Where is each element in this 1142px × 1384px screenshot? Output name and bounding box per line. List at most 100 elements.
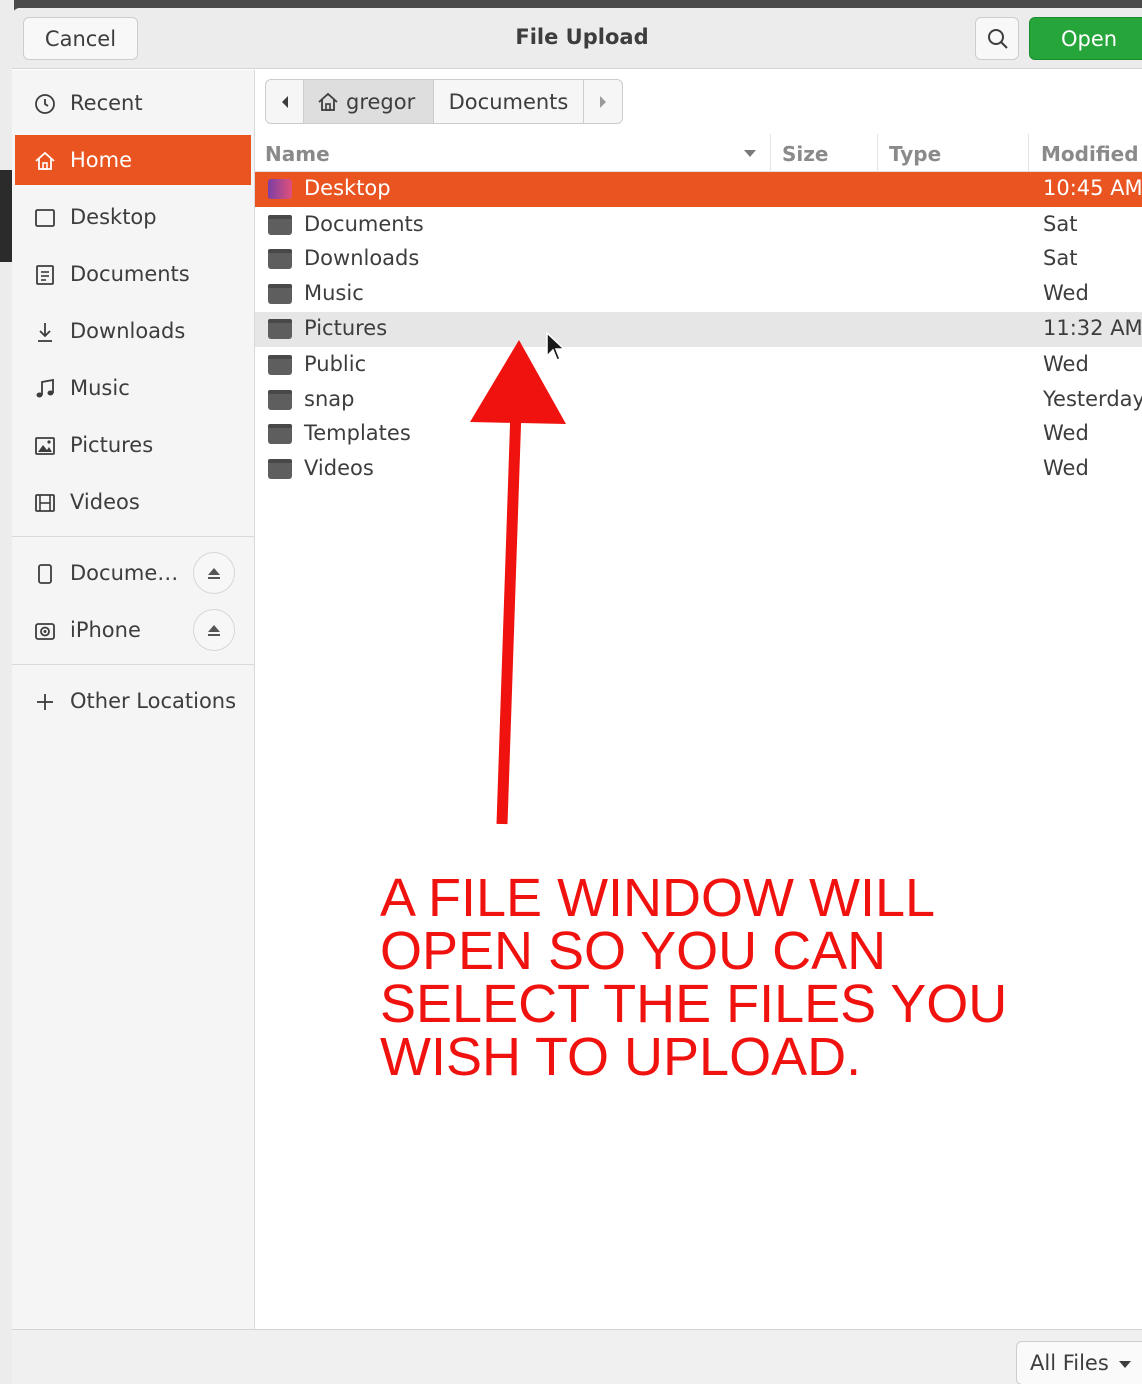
- folder-icon: [268, 319, 292, 339]
- download-icon: [38, 323, 52, 342]
- folder-icon: [268, 390, 292, 410]
- file-modified: Wed: [1043, 456, 1089, 480]
- file-modified: Wed: [1043, 352, 1089, 376]
- sidebar-item-pictures[interactable]: Pictures: [15, 420, 251, 470]
- file-modified: Yesterday: [1043, 387, 1142, 411]
- path-segment-label: gregor: [346, 89, 416, 114]
- file-filter-dropdown[interactable]: All Files: [1016, 1341, 1142, 1384]
- file-modified: Wed: [1043, 281, 1089, 305]
- sidebar-item-label: Recent: [70, 91, 143, 115]
- column-divider: [877, 134, 878, 172]
- sidebar-item-home[interactable]: Home: [15, 135, 251, 185]
- folder-icon: [268, 459, 292, 479]
- sidebar-item-label: Desktop: [70, 205, 157, 229]
- folder-icon: [268, 249, 292, 269]
- column-divider: [770, 134, 771, 172]
- path-segment-label: Documents: [448, 89, 569, 114]
- file-row[interactable]: Downloads Sat: [255, 242, 1142, 277]
- folder-icon: [268, 424, 292, 444]
- dialog-title: File Upload: [515, 25, 649, 49]
- sidebar-item-recent[interactable]: Recent: [15, 78, 251, 128]
- file-name: Templates: [304, 421, 411, 445]
- path-forward-button[interactable]: [584, 80, 622, 123]
- sidebar-item-videos[interactable]: Videos: [15, 477, 251, 527]
- file-row[interactable]: Pictures 11:32 AM: [255, 312, 1142, 347]
- column-header-modified[interactable]: Modified: [1041, 142, 1139, 166]
- file-row[interactable]: Music Wed: [255, 277, 1142, 312]
- file-row[interactable]: snap Yesterday: [255, 383, 1142, 418]
- folder-icon: [268, 284, 292, 304]
- sidebar-item-label: Documents: [70, 262, 190, 286]
- path-bar: gregor Documents: [265, 79, 623, 124]
- sidebar-item-documents[interactable]: Documents: [15, 249, 251, 299]
- document-icon: [36, 265, 54, 285]
- sidebar-item-desktop[interactable]: Desktop: [15, 192, 251, 242]
- file-modified: 11:32 AM: [1043, 316, 1142, 340]
- chevron-left-icon: [281, 95, 288, 108]
- file-row[interactable]: Templates Wed: [255, 417, 1142, 452]
- file-name: Pictures: [304, 316, 388, 340]
- sidebar-device-iphone[interactable]: iPhone: [15, 605, 251, 655]
- mouse-pointer-icon: [546, 332, 565, 361]
- desktop-icon: [35, 209, 55, 227]
- sidebar-item-label: Docume…: [70, 561, 179, 585]
- path-back-button[interactable]: [266, 80, 304, 123]
- file-name: Desktop: [304, 176, 391, 200]
- eject-icon: [208, 568, 220, 579]
- header-bar: Cancel File Upload Open: [12, 8, 1142, 69]
- eject-button[interactable]: [193, 552, 235, 594]
- file-modified: Sat: [1043, 212, 1078, 236]
- sidebar-item-downloads[interactable]: Downloads: [15, 306, 251, 356]
- file-name: Downloads: [304, 246, 420, 270]
- sidebar-device-documents[interactable]: Docume…: [15, 548, 251, 598]
- music-note-icon: [36, 378, 54, 398]
- file-row[interactable]: Public Wed: [255, 348, 1142, 383]
- file-name: Public: [304, 352, 367, 376]
- folder-icon: [268, 355, 292, 375]
- file-name: Documents: [304, 212, 424, 236]
- sidebar-item-music[interactable]: Music: [15, 363, 251, 413]
- column-header-name[interactable]: Name: [265, 142, 330, 166]
- file-row[interactable]: Desktop 10:45 AM: [255, 172, 1142, 207]
- dialog-footer: All Files: [12, 1329, 1142, 1384]
- sidebar-item-label: Other Locations: [70, 689, 237, 713]
- clock-icon: [35, 94, 55, 114]
- path-segment-documents[interactable]: Documents: [434, 80, 584, 123]
- file-modified: Wed: [1043, 421, 1089, 445]
- file-list-header: Name Size Type Modified: [255, 134, 1142, 172]
- file-upload-dialog: Cancel File Upload Open Recent Home Desk…: [12, 8, 1142, 1384]
- search-icon: [988, 29, 1008, 49]
- sidebar-item-label: iPhone: [70, 618, 141, 642]
- sidebar-separator: [12, 664, 255, 665]
- eject-icon: [208, 625, 220, 636]
- open-button[interactable]: Open: [1029, 17, 1142, 60]
- file-filter-label: All Files: [1030, 1351, 1109, 1375]
- file-name: Music: [304, 281, 364, 305]
- sidebar-item-label: Music: [70, 376, 130, 400]
- file-modified: 10:45 AM: [1043, 176, 1142, 200]
- film-icon: [35, 494, 55, 512]
- sidebar-item-label: Pictures: [70, 433, 154, 457]
- home-icon: [35, 151, 55, 170]
- eject-button[interactable]: [193, 609, 235, 651]
- folder-icon: [268, 215, 292, 235]
- file-name: snap: [304, 387, 355, 411]
- sidebar-separator: [12, 536, 255, 537]
- home-icon: [318, 92, 338, 111]
- camera-icon: [35, 623, 55, 640]
- sort-descending-icon: [744, 150, 756, 157]
- phone-icon: [38, 564, 52, 584]
- column-header-size[interactable]: Size: [782, 142, 828, 166]
- file-row[interactable]: Documents Sat: [255, 208, 1142, 243]
- path-segment-home[interactable]: gregor: [304, 80, 434, 123]
- sidebar-item-label: Downloads: [70, 319, 186, 343]
- sidebar-item-label: Home: [70, 148, 133, 172]
- search-button[interactable]: [975, 17, 1019, 60]
- file-modified: Sat: [1043, 246, 1078, 270]
- column-header-type[interactable]: Type: [889, 142, 941, 166]
- file-row[interactable]: Videos Wed: [255, 452, 1142, 487]
- folder-desktop-icon: [268, 179, 292, 199]
- chevron-down-icon: [1119, 1361, 1131, 1368]
- sidebar-item-other-locations[interactable]: Other Locations: [15, 676, 251, 726]
- places-sidebar: Recent Home Desktop Documents Downloads …: [12, 70, 255, 1330]
